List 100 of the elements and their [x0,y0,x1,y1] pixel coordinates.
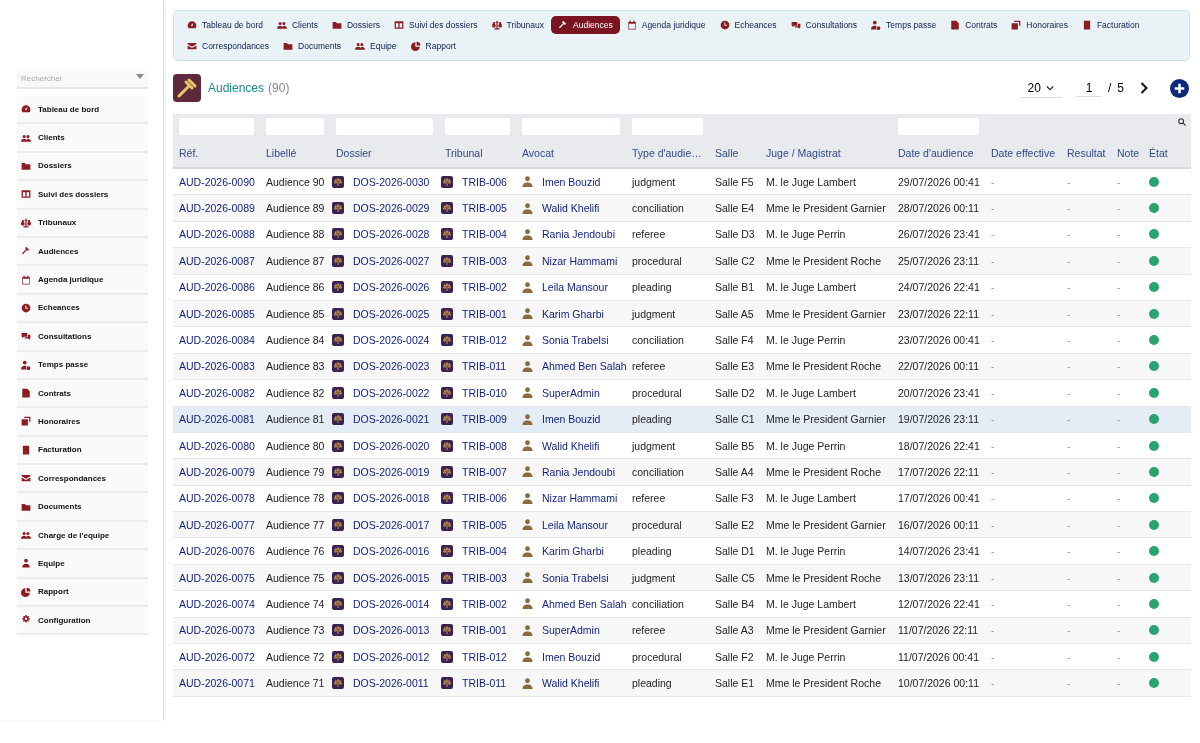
tribunal-link[interactable]: TRIB-009 [462,413,507,426]
reference-link[interactable]: AUD-2026-0086 [179,281,255,294]
lawyer-link[interactable]: Leila Mansour [542,518,608,531]
tribunal-link[interactable]: TRIB-007 [462,466,507,478]
table-row[interactable]: AUD-2026-0075 Audience 75 DOS-2026-0015 TRIB-003 Sonia Trabelsi judgment Salle C5 Mme le President Roche 13/07/2026 23:11 - - - [173,564,1191,592]
dossier-link[interactable]: DOS-2026-0016 [353,545,430,558]
next-page-button[interactable] [1140,82,1148,94]
reference-link[interactable]: AUD-2026-0080 [179,439,255,452]
tribunal-link[interactable]: TRIB-010 [462,386,507,399]
lawyer-link[interactable]: Imen Bouzid [542,175,601,188]
column-header[interactable]: Date d'audience [898,147,974,159]
lawyer-link[interactable]: Karim Gharbi [542,307,604,320]
tribunal-link[interactable]: TRIB-006 [462,175,507,188]
nav-tab[interactable]: Documents [276,37,349,55]
dossier-link[interactable]: DOS-2026-0023 [353,360,430,373]
tribunal-link[interactable]: TRIB-005 [462,202,507,215]
sidebar-item[interactable]: Audiences [17,237,148,267]
sidebar-item[interactable]: Configuration [17,607,148,636]
dossier-link[interactable]: DOS-2026-0029 [353,202,430,215]
column-header[interactable]: Note [1117,147,1140,159]
sidebar-item[interactable]: Charge de l'equipe [17,521,148,551]
sidebar-item[interactable]: Rapport [17,578,148,608]
search-icon[interactable] [1178,118,1186,126]
tribunal-link[interactable]: TRIB-008 [462,439,507,452]
tribunal-link[interactable]: TRIB-003 [462,254,507,267]
reference-link[interactable]: AUD-2026-0073 [179,624,255,637]
column-header[interactable]: Libellé [266,147,297,159]
reference-link[interactable]: AUD-2026-0072 [179,650,255,663]
tribunal-link[interactable]: TRIB-012 [462,650,507,663]
tribunal-link[interactable]: TRIB-001 [462,624,507,637]
reference-link[interactable]: AUD-2026-0088 [179,228,255,241]
dossier-link[interactable]: DOS-2026-0012 [353,650,430,663]
dossier-link[interactable]: DOS-2026-0021 [353,413,430,426]
nav-tab[interactable]: Echeances [712,16,784,34]
nav-tab[interactable]: Honoraires [1004,16,1075,34]
table-row[interactable]: AUD-2026-0071 Audience 71 DOS-2026-0011 TRIB-011 Walid Khelifi pleading Salle E1 Mme le President Roche 10/07/2026 00:11 - - - [173,670,1191,697]
dossier-link[interactable]: DOS-2026-0020 [353,439,430,452]
reference-link[interactable]: AUD-2026-0087 [179,254,255,267]
column-header[interactable]: Type d'audie… [632,147,702,159]
reference-link[interactable]: AUD-2026-0075 [179,571,255,584]
sidebar-item[interactable]: Contrats [17,379,148,409]
dossier-link[interactable]: DOS-2026-0019 [353,466,430,478]
dossier-link[interactable]: DOS-2026-0030 [353,175,430,188]
sidebar-item[interactable]: Consultations [17,323,148,352]
dossier-link[interactable]: DOS-2026-0017 [353,518,430,531]
tribunal-link[interactable]: TRIB-002 [462,281,507,294]
column-header[interactable]: Réf. [179,147,199,159]
dossier-link[interactable]: DOS-2026-0027 [353,254,430,267]
sidebar-item[interactable]: Honoraires [17,408,148,437]
reference-link[interactable]: AUD-2026-0079 [179,466,255,478]
dossier-link[interactable]: DOS-2026-0024 [353,334,430,347]
lawyer-link[interactable]: Sonia Trabelsi [542,334,609,347]
lawyer-link[interactable]: SuperAdmin [542,386,600,399]
dossier-link[interactable]: DOS-2026-0014 [353,597,430,610]
reference-link[interactable]: AUD-2026-0077 [179,518,255,531]
column-header[interactable]: Dossier [336,147,372,159]
dossier-link[interactable]: DOS-2026-0011 [353,677,429,690]
table-row[interactable]: AUD-2026-0077 Audience 77 DOS-2026-0017 TRIB-005 Leila Mansour procedural Salle E2 Mme le President Garnier 16/07/2026 00:11 - - - [173,512,1191,539]
nav-tab[interactable]: Agenda juridique [619,16,713,34]
sidebar-item[interactable]: Facturation [17,436,148,466]
tribunal-link[interactable]: TRIB-004 [462,545,507,558]
nav-tab[interactable]: Contrats [943,16,1005,34]
lawyer-link[interactable]: Walid Khelifi [542,202,600,215]
lawyer-link[interactable]: Imen Bouzid [542,650,601,663]
table-row[interactable]: AUD-2026-0083 Audience 83 DOS-2026-0023 TRIB-011 Ahmed Ben Salah referee Salle E3 Mme le President Roche 22/07/2026 00:11 - - - [173,353,1191,381]
column-header[interactable]: Avocat [522,147,554,159]
nav-tab[interactable]: Temps passe [864,16,944,34]
reference-link[interactable]: AUD-2026-0085 [179,307,255,320]
lawyer-link[interactable]: Rania Jendoubi [542,466,615,478]
lawyer-link[interactable]: Ahmed Ben Salah [542,597,626,610]
nav-tab[interactable]: Tribunaux [484,16,551,34]
column-header[interactable]: Resultat [1067,147,1106,159]
reference-link[interactable]: AUD-2026-0071 [179,677,255,690]
lawyer-link[interactable]: Leila Mansour [542,281,608,294]
nav-tab[interactable]: Dossiers [324,16,387,34]
sidebar-item[interactable]: Echeances [17,294,148,324]
tribunal-link[interactable]: TRIB-002 [462,597,507,610]
dossier-link[interactable]: DOS-2026-0026 [353,281,430,294]
table-row[interactable]: AUD-2026-0089 Audience 89 DOS-2026-0029 TRIB-005 Walid Khelifi conciliation Salle E4 Mme le President Garnier 28/07/2026 00:11 - - - [173,195,1191,222]
lawyer-link[interactable]: Karim Gharbi [542,545,604,558]
add-button[interactable] [1170,78,1189,98]
dossier-link[interactable]: DOS-2026-0025 [353,307,430,320]
nav-tab[interactable]: Equipe [348,37,404,55]
lawyer-link[interactable]: Ahmed Ben Salah [542,360,626,373]
column-header[interactable]: Juge / Magistrat [766,147,841,159]
table-row[interactable]: AUD-2026-0085 Audience 85 DOS-2026-0025 TRIB-001 Karim Gharbi judgment Salle A5 Mme le President Garnier 23/07/2026 22:11 - - - [173,300,1191,328]
lawyer-link[interactable]: Sonia Trabelsi [542,571,609,584]
tribunal-link[interactable]: TRIB-001 [462,307,507,320]
lawyer-link[interactable]: Imen Bouzid [542,413,601,426]
sidebar-item[interactable]: Tribunaux [17,209,148,238]
nav-tab[interactable]: Facturation [1074,16,1147,34]
dossier-link[interactable]: DOS-2026-0018 [353,492,430,505]
lawyer-link[interactable]: Nizar Hammami [542,254,618,267]
lawyer-link[interactable]: Walid Khelifi [542,677,600,690]
reference-link[interactable]: AUD-2026-0082 [179,386,255,399]
reference-link[interactable]: AUD-2026-0089 [179,202,255,215]
dossier-link[interactable]: DOS-2026-0022 [353,386,430,399]
nav-tab[interactable]: Tableau de bord [180,16,270,34]
table-row[interactable]: AUD-2026-0079 Audience 79 DOS-2026-0019 TRIB-007 Rania Jendoubi conciliation Salle A4 Mme le President Roche 17/07/2026 22:11 - - - [173,459,1191,486]
reference-link[interactable]: AUD-2026-0076 [179,545,255,558]
